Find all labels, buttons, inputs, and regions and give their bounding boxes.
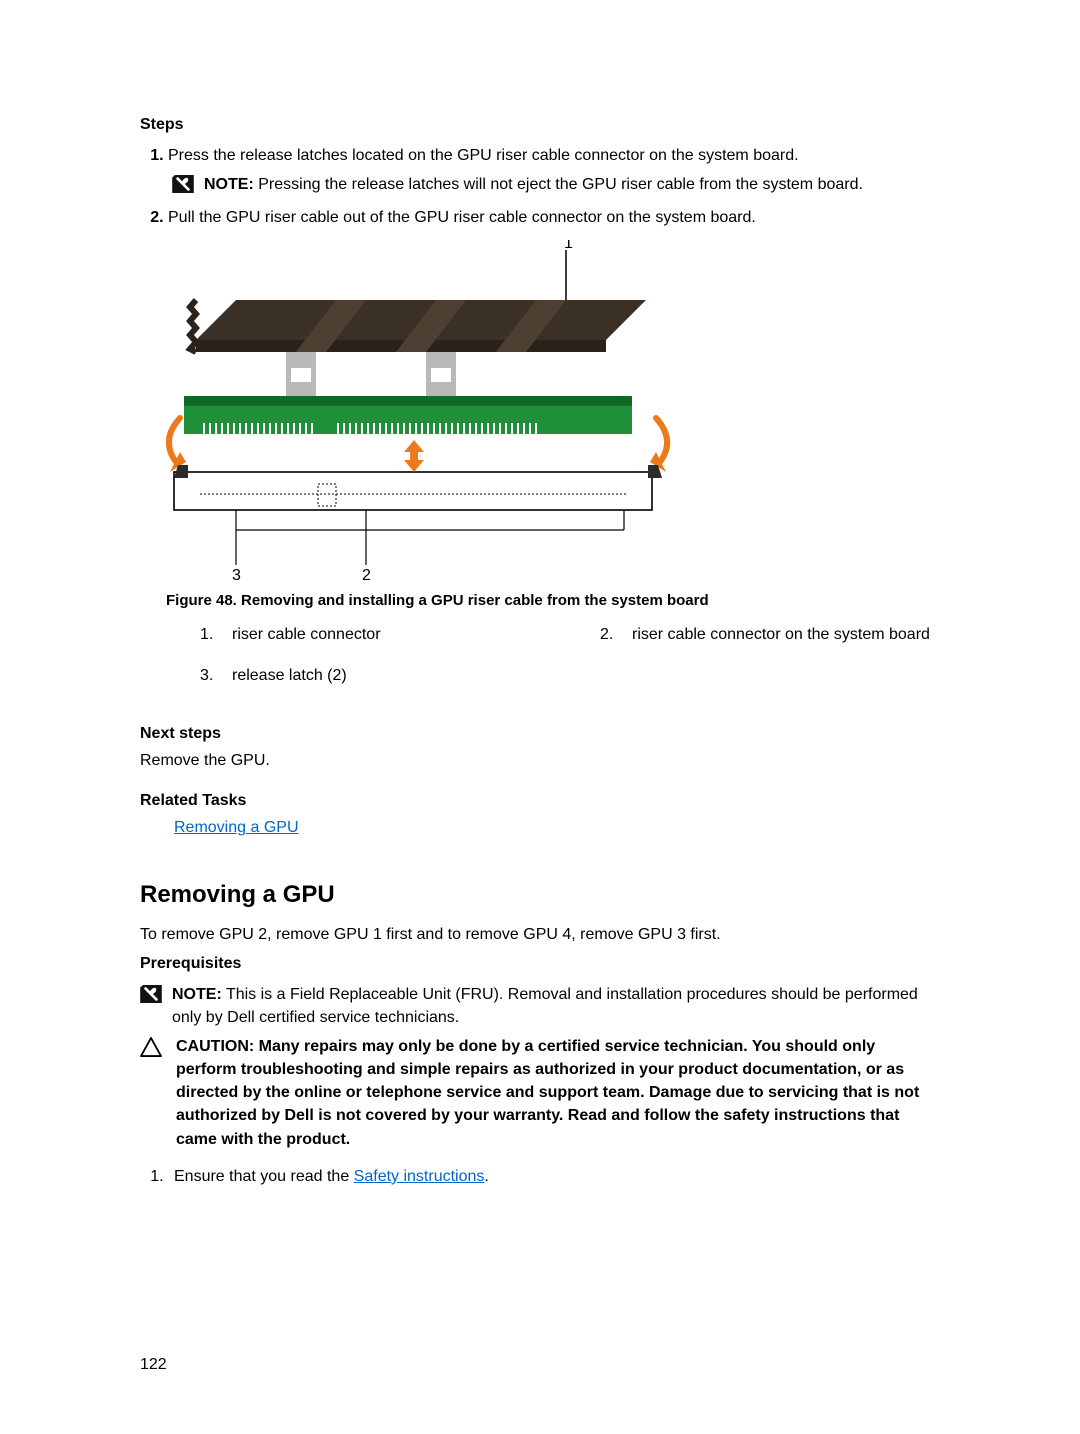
legend-item-2: 2. riser cable connector on the system b… bbox=[600, 623, 940, 646]
callout-2: 2 bbox=[362, 567, 371, 580]
figure-48: 1 bbox=[166, 240, 940, 580]
note-icon bbox=[172, 175, 194, 193]
arrow-left-push-icon bbox=[169, 418, 186, 472]
prereq-suffix: . bbox=[484, 1168, 488, 1185]
callout-3: 3 bbox=[232, 567, 241, 580]
step-2: Pull the GPU riser cable out of the GPU … bbox=[168, 206, 940, 229]
document-page: Steps Press the release latches located … bbox=[0, 0, 1080, 1434]
step-1-text: Press the release latches located on the… bbox=[168, 147, 799, 164]
caution-text-wrap: CAUTION: Many repairs may only be done b… bbox=[176, 1035, 940, 1151]
legend-num: 1. bbox=[200, 623, 214, 646]
note-label: NOTE: bbox=[172, 986, 222, 1003]
safety-instructions-link[interactable]: Safety instructions bbox=[354, 1168, 485, 1185]
related-tasks-link[interactable]: Removing a GPU bbox=[174, 819, 299, 836]
step-2-text: Pull the GPU riser cable out of the GPU … bbox=[168, 209, 756, 226]
next-steps-heading: Next steps bbox=[140, 725, 940, 743]
caution-block: CAUTION: Many repairs may only be done b… bbox=[140, 1035, 940, 1151]
arrow-right-push-icon bbox=[650, 418, 667, 472]
legend-text: riser cable connector bbox=[232, 623, 381, 646]
fru-note-text-wrap: NOTE: This is a Field Replaceable Unit (… bbox=[172, 983, 940, 1029]
related-tasks-heading: Related Tasks bbox=[140, 792, 940, 810]
legend-item-3: 3. release latch (2) bbox=[200, 664, 540, 687]
caution-label: CAUTION: bbox=[176, 1038, 254, 1055]
steps-list: Press the release latches located on the… bbox=[140, 144, 940, 230]
legend-num: 2. bbox=[600, 623, 614, 646]
prerequisites-heading: Prerequisites bbox=[140, 955, 940, 973]
figure-legend: 1. riser cable connector 3. release latc… bbox=[200, 623, 940, 705]
note-body: Pressing the release latches will not ej… bbox=[258, 176, 863, 193]
legend-text: riser cable connector on the system boar… bbox=[632, 623, 930, 646]
note-label: NOTE: bbox=[204, 176, 254, 193]
arrow-up-down-icon bbox=[404, 440, 424, 472]
step-1: Press the release latches located on the… bbox=[168, 144, 940, 196]
removing-gpu-intro: To remove GPU 2, remove GPU 1 first and … bbox=[140, 923, 940, 946]
step-1-note: NOTE: Pressing the release latches will … bbox=[172, 173, 940, 196]
caution-icon bbox=[140, 1037, 162, 1057]
step-1-note-text: NOTE: Pressing the release latches will … bbox=[204, 173, 863, 196]
note-icon bbox=[140, 985, 162, 1003]
legend-text: release latch (2) bbox=[232, 664, 347, 687]
prereq-prefix: Ensure that you read the bbox=[174, 1168, 354, 1185]
prereq-item-1: Ensure that you read the Safety instruct… bbox=[168, 1165, 940, 1188]
legend-item-1: 1. riser cable connector bbox=[200, 623, 540, 646]
prereq-list: Ensure that you read the Safety instruct… bbox=[140, 1165, 940, 1188]
caution-text: Many repairs may only be done by a certi… bbox=[176, 1038, 919, 1148]
figure-48-svg: 1 bbox=[166, 240, 686, 580]
fru-note-text: This is a Field Replaceable Unit (FRU). … bbox=[172, 986, 918, 1026]
removing-gpu-heading: Removing a GPU bbox=[140, 881, 940, 909]
page-number: 122 bbox=[140, 1356, 167, 1374]
legend-num: 3. bbox=[200, 664, 214, 687]
fru-note: NOTE: This is a Field Replaceable Unit (… bbox=[140, 983, 940, 1029]
figure-caption: Figure 48. Removing and installing a GPU… bbox=[166, 592, 940, 609]
callout-1: 1 bbox=[564, 240, 573, 252]
next-steps-text: Remove the GPU. bbox=[140, 749, 940, 772]
steps-heading: Steps bbox=[140, 116, 940, 134]
